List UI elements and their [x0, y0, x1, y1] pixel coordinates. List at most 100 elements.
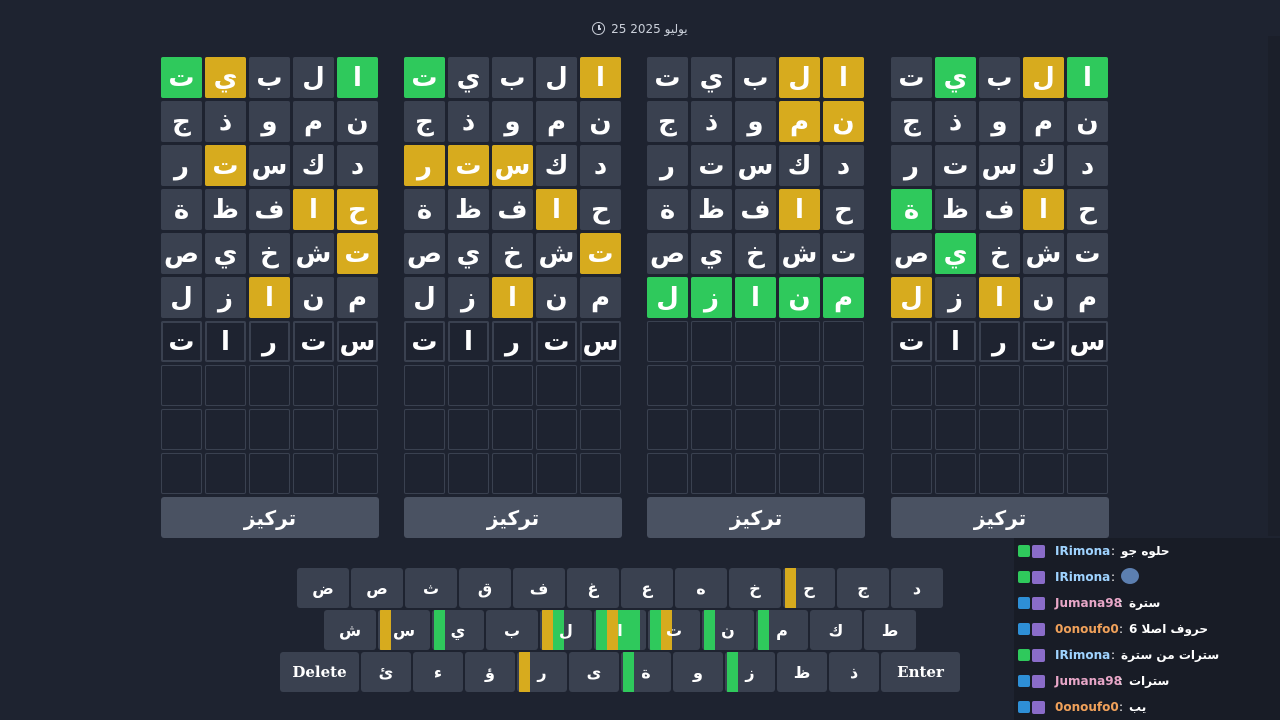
tile	[205, 365, 246, 406]
board-2: تيبلاجذومنرتسكدةظفاحصيخشتلزانمتارتس تركي…	[404, 57, 622, 538]
tile: ت	[404, 321, 445, 362]
letter-key[interactable]: ش	[324, 610, 376, 650]
letter-key[interactable]: و	[673, 652, 724, 692]
chat-message: Jumana98: سترة	[1014, 590, 1280, 616]
tile: م	[823, 277, 864, 318]
key-label: ط	[881, 620, 899, 640]
scrollbar[interactable]	[1268, 36, 1280, 536]
letter-key[interactable]: ض	[297, 568, 349, 608]
letter-key[interactable]: ط	[864, 610, 916, 650]
letter-key[interactable]: ص	[351, 568, 403, 608]
tile: ف	[979, 189, 1020, 230]
badge-icon	[1018, 597, 1030, 609]
letter-key[interactable]: ز	[725, 652, 776, 692]
key-label: ي	[450, 620, 466, 640]
tile: ن	[779, 277, 820, 318]
tile: ك	[779, 145, 820, 186]
tile: ن	[580, 101, 621, 142]
tile: ت	[891, 57, 932, 98]
letter-key[interactable]: خ	[729, 568, 781, 608]
letter-key[interactable]: ج	[837, 568, 889, 608]
tile: ت	[935, 145, 976, 186]
tile: ر	[647, 145, 688, 186]
tile: ز	[448, 277, 489, 318]
tile: ي	[205, 233, 246, 274]
chat-username[interactable]: Jumana98	[1055, 674, 1122, 688]
tile: و	[249, 101, 290, 142]
tile	[1067, 409, 1108, 450]
focus-button[interactable]: تركيز	[161, 497, 379, 538]
letter-key[interactable]: م	[756, 610, 808, 650]
tile: ظ	[205, 189, 246, 230]
tile	[249, 365, 290, 406]
focus-button[interactable]: تركيز	[647, 497, 865, 538]
tile	[779, 365, 820, 406]
tile: ب	[735, 57, 776, 98]
key-label: ؤ	[484, 662, 495, 682]
letter-key[interactable]: ع	[621, 568, 673, 608]
focus-button[interactable]: تركيز	[404, 497, 622, 538]
chat-username[interactable]: IRimona	[1055, 570, 1110, 584]
tile: ا	[249, 277, 290, 318]
tile: ذ	[448, 101, 489, 142]
letter-key[interactable]: ي	[432, 610, 484, 650]
letter-key[interactable]: ى	[568, 652, 619, 692]
letter-key[interactable]: ث	[405, 568, 457, 608]
tile: ص	[404, 233, 445, 274]
tile	[161, 365, 202, 406]
key-status-mark	[596, 610, 607, 650]
chat-text: سترة	[1129, 596, 1161, 610]
board-grid: تيبلاجذومنرتسكدةظفاحصيخشتلزانمتارتس	[891, 57, 1109, 494]
tile: م	[779, 101, 820, 142]
chat-username[interactable]: 0onoufo0	[1055, 622, 1119, 636]
tile: ن	[293, 277, 334, 318]
tile: ف	[735, 189, 776, 230]
tile: م	[293, 101, 334, 142]
letter-key[interactable]: ظ	[777, 652, 828, 692]
sub-badge-icon	[1032, 648, 1045, 662]
letter-key[interactable]: ئ	[360, 652, 411, 692]
letter-key[interactable]: ك	[810, 610, 862, 650]
letter-key[interactable]: ذ	[829, 652, 880, 692]
enter-key[interactable]: Enter	[881, 652, 960, 692]
letter-key[interactable]: س	[378, 610, 430, 650]
tile	[691, 409, 732, 450]
letter-key[interactable]: ن	[702, 610, 754, 650]
tile	[536, 365, 577, 406]
letter-key[interactable]: ؤ	[464, 652, 515, 692]
letter-key[interactable]: ا	[594, 610, 646, 650]
tile: ا	[979, 277, 1020, 318]
tile: ي	[935, 233, 976, 274]
letter-key[interactable]: ت	[648, 610, 700, 650]
key-status-mark	[727, 652, 739, 692]
chat-username[interactable]: IRimona	[1055, 544, 1110, 558]
tile: ا	[779, 189, 820, 230]
tile	[647, 321, 688, 362]
chat-message: IRimona:	[1014, 564, 1280, 590]
letter-key[interactable]: ف	[513, 568, 565, 608]
chat-username[interactable]: Jumana98	[1055, 596, 1122, 610]
letter-key[interactable]: ر	[516, 652, 567, 692]
tile	[823, 409, 864, 450]
keyboard-row: شسيبلاتن م كط	[280, 610, 960, 650]
key-label: م	[776, 620, 788, 640]
chat-message: 0onoufo0: حروف اصلا 6	[1014, 616, 1280, 642]
focus-button[interactable]: تركيز	[891, 497, 1109, 538]
letter-key[interactable]: ق	[459, 568, 511, 608]
letter-key[interactable]: ب	[486, 610, 538, 650]
key-label: Enter	[897, 663, 944, 681]
delete-key[interactable]: Delete	[280, 652, 359, 692]
letter-key[interactable]: ح	[783, 568, 835, 608]
letter-key[interactable]: د	[891, 568, 943, 608]
tile: ل	[536, 57, 577, 98]
chat-username[interactable]: 0onoufo0	[1055, 700, 1119, 714]
tile	[337, 365, 378, 406]
letter-key[interactable]: غ	[567, 568, 619, 608]
letter-key[interactable]: ة	[621, 652, 672, 692]
letter-key[interactable]: ل	[540, 610, 592, 650]
chat-username[interactable]: IRimona	[1055, 648, 1110, 662]
letter-key[interactable]: ه	[675, 568, 727, 608]
letter-key[interactable]: ء	[412, 652, 463, 692]
tile: خ	[735, 233, 776, 274]
tile	[691, 321, 732, 362]
